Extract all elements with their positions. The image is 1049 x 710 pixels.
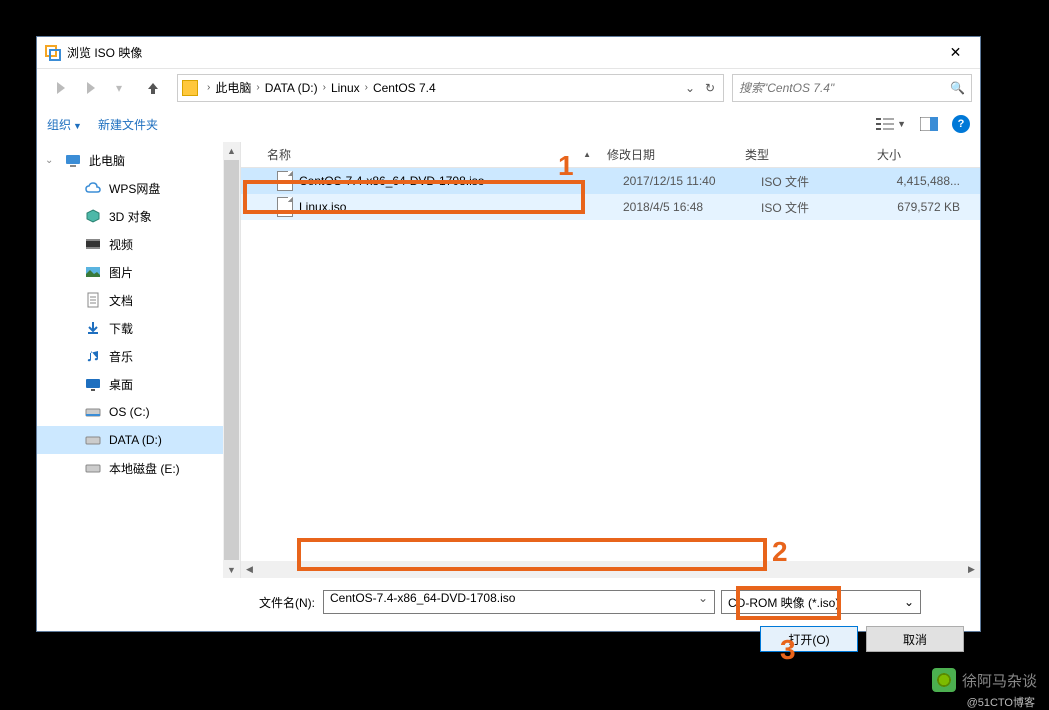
chevron-right-icon: › <box>207 82 210 93</box>
sidebar-item-pictures[interactable]: 图片 <box>37 258 240 286</box>
column-headers: 名称▲ 修改日期 类型 大小 <box>241 142 980 168</box>
close-button[interactable]: ✕ <box>933 43 978 63</box>
annotation-box-3 <box>736 586 841 620</box>
recent-dropdown[interactable]: ▾ <box>105 74 133 102</box>
sort-asc-icon: ▲ <box>583 150 591 159</box>
watermark: 徐阿马杂谈 <box>932 668 1037 692</box>
filename-label: 文件名(N): <box>259 594 315 611</box>
file-date: 2017/12/15 11:40 <box>615 174 753 188</box>
file-date: 2018/4/5 16:48 <box>615 200 753 214</box>
sidebar-item-videos[interactable]: 视频 <box>37 230 240 258</box>
refresh-button[interactable]: ↻ <box>701 81 719 95</box>
new-folder-button[interactable]: 新建文件夹 <box>98 116 158 133</box>
breadcrumb-bar[interactable]: › 此电脑 › DATA (D:) › Linux › CentOS 7.4 ⌄… <box>177 74 724 102</box>
video-icon <box>85 236 101 252</box>
organize-menu[interactable]: 组织▼ <box>47 116 82 133</box>
file-type: ISO 文件 <box>753 199 885 216</box>
pictures-icon <box>85 264 101 280</box>
breadcrumb-item[interactable]: 此电脑 <box>215 79 251 96</box>
drive-icon <box>85 432 101 448</box>
sidebar-item-drive-c[interactable]: OS (C:) <box>37 398 240 426</box>
search-box[interactable]: 🔍 <box>732 74 972 102</box>
dialog-title: 浏览 ISO 映像 <box>67 44 933 61</box>
search-input[interactable] <box>739 81 950 95</box>
file-size: 679,572 KB <box>885 200 980 214</box>
drive-icon <box>85 460 101 476</box>
open-button[interactable]: 打开(O) <box>760 626 858 652</box>
chevron-right-icon: › <box>365 82 368 93</box>
cancel-button[interactable]: 取消 <box>866 626 964 652</box>
navigation-sidebar: ⌄此电脑 WPS网盘 3D 对象 视频 图片 文档 下载 音乐 桌面 OS (C… <box>37 142 241 578</box>
search-icon[interactable]: 🔍 <box>950 81 965 95</box>
preview-pane-button[interactable] <box>920 117 938 131</box>
view-options-button[interactable]: ▼ <box>876 117 906 131</box>
file-size: 4,415,488... <box>885 174 980 188</box>
annotation-box-2 <box>297 538 767 571</box>
sidebar-item-documents[interactable]: 文档 <box>37 286 240 314</box>
scroll-right-icon[interactable]: ▶ <box>963 564 980 575</box>
chevron-down-icon[interactable]: ⌄ <box>698 591 708 605</box>
breadcrumb-item[interactable]: CentOS 7.4 <box>373 81 436 95</box>
documents-icon <box>85 292 101 308</box>
sidebar-item-downloads[interactable]: 下载 <box>37 314 240 342</box>
scroll-up-icon[interactable]: ▲ <box>223 142 240 159</box>
sidebar-item-music[interactable]: 音乐 <box>37 342 240 370</box>
drive-icon <box>85 404 101 420</box>
cloud-icon <box>85 180 101 196</box>
column-size[interactable]: 大小 <box>869 146 980 163</box>
column-date[interactable]: 修改日期 <box>599 146 737 163</box>
back-button[interactable] <box>45 74 73 102</box>
watermark-text: 徐阿马杂谈 <box>962 670 1037 691</box>
cube-icon <box>85 208 101 224</box>
up-button[interactable] <box>139 74 167 102</box>
titlebar: 浏览 ISO 映像 ✕ <box>37 37 980 68</box>
scroll-left-icon[interactable]: ◀ <box>241 564 258 575</box>
annotation-number-2: 2 <box>772 536 788 568</box>
help-button[interactable]: ? <box>952 115 970 133</box>
wechat-icon <box>932 668 956 692</box>
sidebar-scrollbar[interactable]: ▲ ▼ <box>223 142 240 578</box>
breadcrumb-item[interactable]: Linux <box>331 81 360 95</box>
vmware-icon <box>45 45 61 61</box>
watermark-subtitle: @51CTO博客 <box>967 694 1035 710</box>
annotation-box-1 <box>243 180 585 214</box>
sidebar-item-drive-e[interactable]: 本地磁盘 (E:) <box>37 454 240 482</box>
sidebar-item-3d[interactable]: 3D 对象 <box>37 202 240 230</box>
scroll-down-icon[interactable]: ▼ <box>223 561 240 578</box>
breadcrumb-dropdown[interactable]: ⌄ <box>681 81 699 95</box>
chevron-right-icon: › <box>323 82 326 93</box>
desktop-icon <box>85 376 101 392</box>
sidebar-item-desktop[interactable]: 桌面 <box>37 370 240 398</box>
file-list: CentOS-7.4-x86_64-DVD-1708.iso 2017/12/1… <box>241 168 980 561</box>
sidebar-item-drive-d[interactable]: DATA (D:) <box>37 426 240 454</box>
breadcrumb-item[interactable]: DATA (D:) <box>265 81 318 95</box>
sidebar-item-wps[interactable]: WPS网盘 <box>37 174 240 202</box>
collapse-icon: ⌄ <box>45 155 53 166</box>
download-icon <box>85 320 101 336</box>
navigation-bar: ▾ › 此电脑 › DATA (D:) › Linux › CentOS 7.4… <box>37 68 980 106</box>
folder-icon <box>182 80 198 96</box>
chevron-down-icon: ⌄ <box>904 595 914 609</box>
forward-button[interactable] <box>75 74 103 102</box>
pc-icon <box>65 152 81 168</box>
scroll-thumb[interactable] <box>224 160 239 560</box>
annotation-number-1: 1 <box>558 150 574 182</box>
chevron-right-icon: › <box>256 82 259 93</box>
column-name[interactable]: 名称▲ <box>259 146 599 163</box>
file-type: ISO 文件 <box>753 173 885 190</box>
annotation-number-3: 3 <box>780 634 796 666</box>
filename-input[interactable]: CentOS-7.4-x86_64-DVD-1708.iso⌄ <box>323 590 715 614</box>
toolbar: 组织▼ 新建文件夹 ▼ ? <box>37 106 980 142</box>
music-icon <box>85 348 101 364</box>
sidebar-item-this-pc[interactable]: ⌄此电脑 <box>37 146 240 174</box>
column-type[interactable]: 类型 <box>737 146 869 163</box>
